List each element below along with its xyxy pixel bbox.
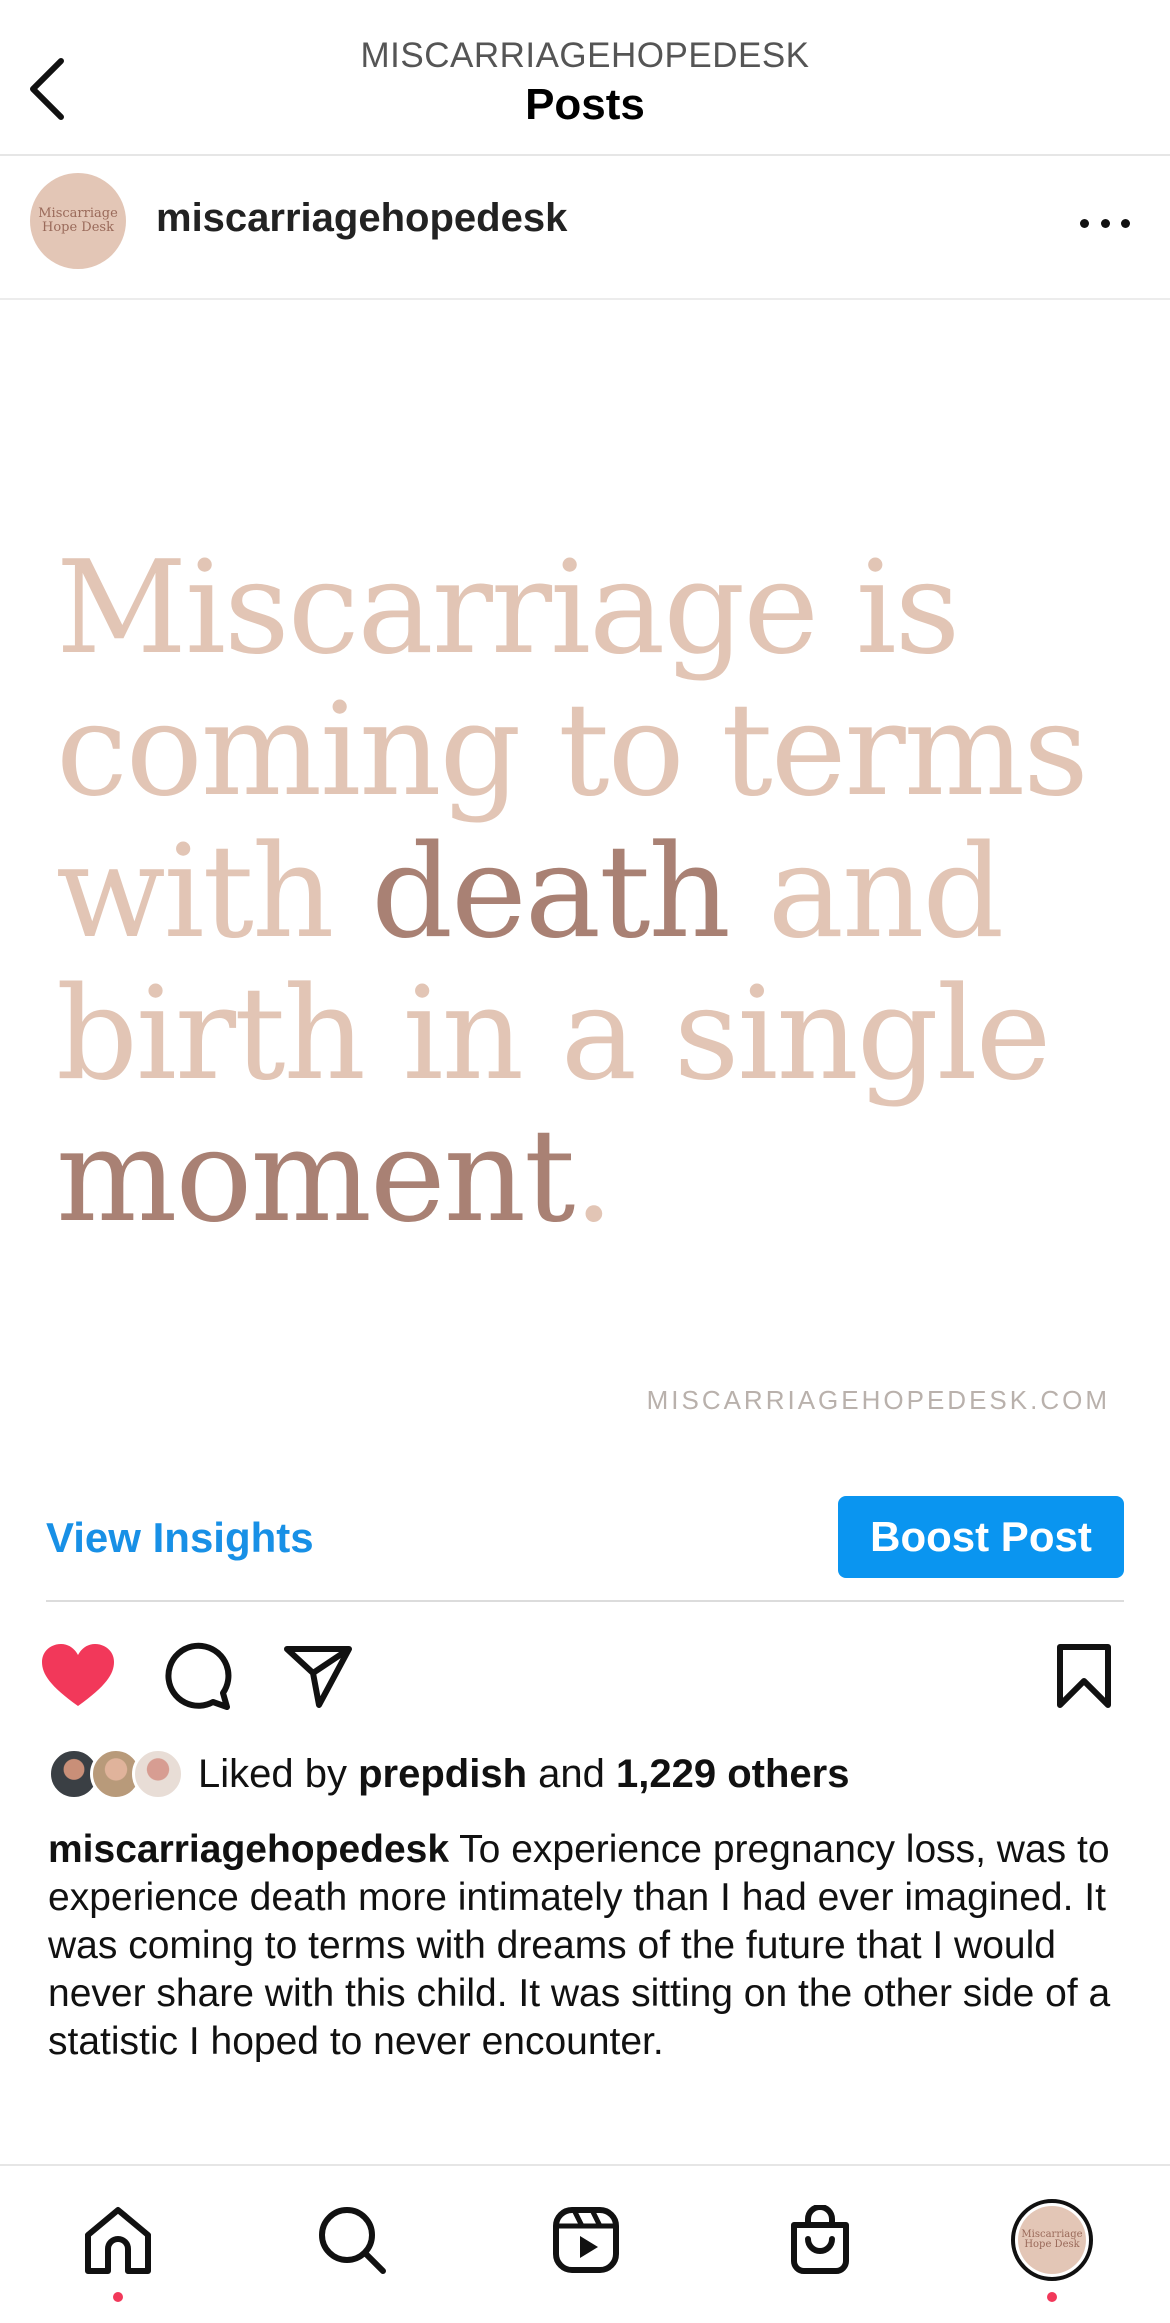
heart-icon	[42, 1644, 114, 1706]
header-account-name: MISCARRIAGEHOPEDESK	[360, 36, 810, 75]
post-quote: Miscarriage is coming to terms with death …	[56, 538, 1136, 1248]
nav-home[interactable]	[78, 2200, 158, 2280]
more-dot-icon	[1100, 218, 1110, 228]
quote-emphasis-word: moment	[56, 1102, 575, 1251]
more-dot-icon	[1121, 218, 1130, 228]
quote-line: coming to terms	[56, 680, 1136, 822]
quote-text: and	[728, 818, 1005, 967]
page-title: Posts	[525, 80, 645, 129]
quote-line: Miscarriage is	[56, 538, 1136, 680]
insights-row: View Insights Boost Post	[46, 1496, 1124, 1602]
shop-icon	[791, 2205, 849, 2274]
quote-text: with	[56, 818, 372, 967]
bottom-nav: Miscarriage Hope Desk	[0, 2164, 1170, 2323]
profile-avatar-logo: Miscarriage Hope Desk	[1018, 2206, 1086, 2274]
more-options-button[interactable]	[1080, 203, 1130, 243]
caption-username[interactable]: miscarriagehopedesk	[48, 1828, 449, 1871]
likes-prefix: Liked by	[198, 1751, 359, 1796]
more-dot-icon	[1080, 218, 1089, 228]
nav-profile[interactable]: Miscarriage Hope Desk	[1010, 2198, 1094, 2282]
quote-text: Miscarriage is	[56, 534, 960, 683]
save-button[interactable]	[1044, 1636, 1124, 1716]
quote-text: coming to terms	[56, 676, 1089, 825]
quote-text: .	[573, 1102, 614, 1251]
post-caption: miscarriagehopedesk To experience pregna…	[48, 1826, 1138, 2066]
likes-row[interactable]: Liked by prepdish and 1,229 others	[48, 1744, 849, 1804]
author-username[interactable]: miscarriagehopedesk	[156, 196, 567, 241]
avatar-logo-text: Miscarriage Hope Desk	[38, 206, 118, 235]
quote-line: with death and	[56, 822, 1136, 964]
home-notification-dot	[113, 2292, 123, 2302]
post-author-row: Miscarriage Hope Desk miscarriagehopedes…	[0, 158, 1170, 300]
share-button[interactable]	[278, 1636, 358, 1716]
quote-emphasis-word: death	[371, 818, 731, 967]
quote-text: birth in a single	[56, 960, 1051, 1109]
view-insights-link[interactable]: View Insights	[46, 1514, 314, 1562]
post-image[interactable]: Miscarriage is coming to terms with death …	[0, 302, 1170, 1472]
liked-by-user[interactable]: prepdish	[358, 1752, 527, 1796]
likes-middle: and	[527, 1751, 616, 1796]
boost-post-button[interactable]: Boost Post	[838, 1496, 1124, 1578]
likes-count[interactable]: 1,229 others	[616, 1752, 849, 1796]
comment-button[interactable]	[158, 1636, 238, 1716]
like-button[interactable]	[38, 1636, 118, 1716]
share-icon	[284, 1646, 352, 1708]
quote-line: birth in a single	[56, 964, 1136, 1106]
home-icon	[85, 2207, 151, 2274]
post-actions	[0, 1636, 1170, 1716]
profile-avatar: Miscarriage Hope Desk	[1011, 2199, 1093, 2281]
liker-avatars	[48, 1746, 184, 1802]
comment-icon	[165, 1642, 232, 1710]
post-site-url: MISCARRIAGEHOPEDESK.COM	[646, 1385, 1110, 1415]
author-avatar[interactable]: Miscarriage Hope Desk	[30, 173, 126, 269]
nav-search[interactable]	[312, 2200, 392, 2280]
quote-line: moment.	[56, 1106, 1136, 1248]
liker-avatar	[132, 1748, 184, 1800]
profile-notification-dot	[1047, 2292, 1057, 2302]
nav-shop[interactable]	[780, 2200, 860, 2280]
bookmark-icon	[1057, 1644, 1111, 1708]
nav-reels[interactable]	[546, 2200, 626, 2280]
likes-summary: Liked by prepdish and 1,229 others	[198, 1752, 849, 1797]
top-header: MISCARRIAGEHOPEDESK Posts	[0, 0, 1170, 156]
search-icon	[319, 2207, 386, 2274]
reels-icon	[553, 2207, 619, 2273]
